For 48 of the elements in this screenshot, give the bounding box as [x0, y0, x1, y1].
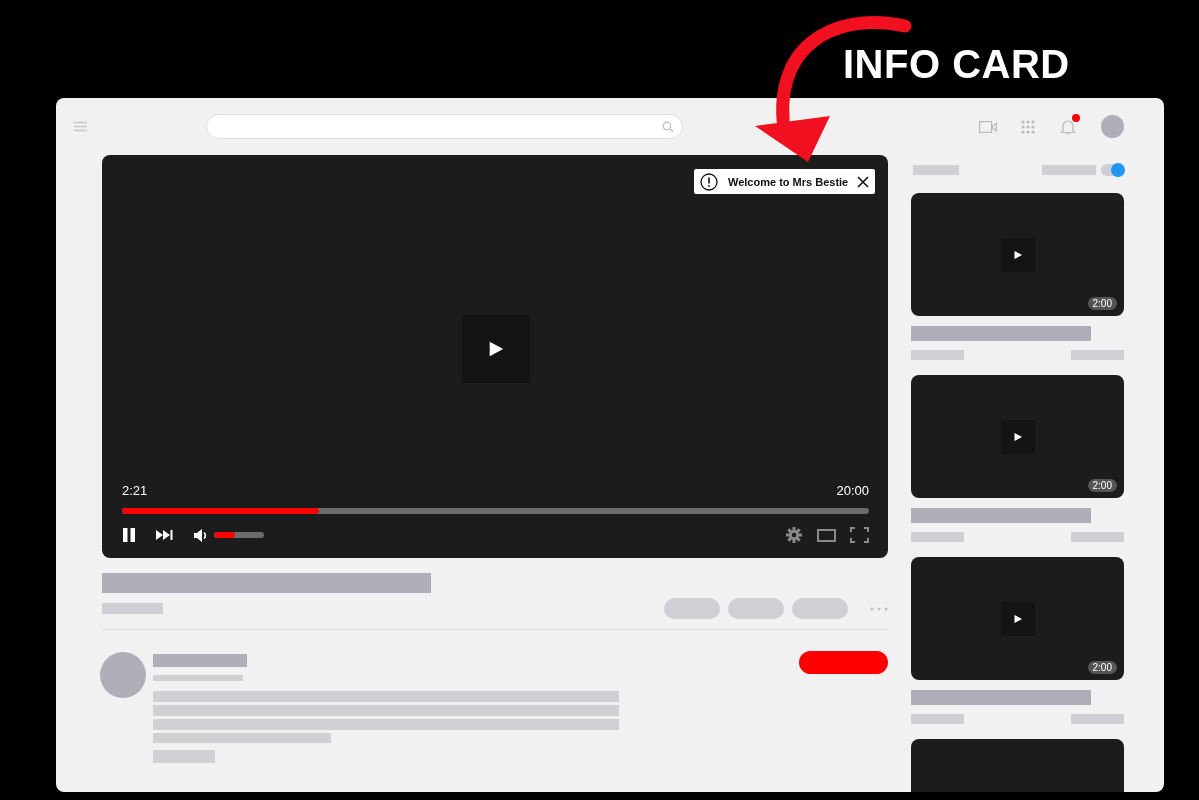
duration-badge: 2:00 [1087, 297, 1117, 310]
close-icon[interactable] [857, 175, 869, 188]
subscribe-button[interactable] [799, 651, 888, 674]
search-field[interactable] [206, 114, 683, 139]
play-button[interactable] [461, 315, 530, 383]
up-next-placeholder [913, 165, 959, 175]
play-button[interactable] [1000, 601, 1035, 636]
play-button[interactable] [1000, 237, 1035, 272]
menu-icon[interactable] [74, 121, 87, 132]
annotation-label: INFO CARD [843, 41, 1070, 88]
views-placeholder [102, 603, 163, 614]
pause-icon[interactable] [122, 527, 136, 543]
views-placeholder [1071, 350, 1124, 360]
duration: 20:00 [836, 483, 869, 498]
settings-icon[interactable] [785, 526, 803, 544]
autoplay-toggle[interactable] [1101, 164, 1124, 176]
channel-placeholder [911, 532, 964, 542]
info-card[interactable]: Welcome to Mrs Bestie [694, 169, 875, 194]
video-thumbnail[interactable]: 2:00 [911, 557, 1124, 680]
more-icon[interactable] [870, 606, 888, 611]
fullscreen-icon[interactable] [850, 527, 869, 543]
exclamation-icon [700, 172, 718, 191]
search-icon[interactable] [662, 120, 674, 133]
views-placeholder [1071, 714, 1124, 724]
avatar[interactable] [1101, 115, 1124, 138]
theater-mode-icon[interactable] [817, 528, 836, 542]
info-card-text: Welcome to Mrs Bestie [728, 175, 850, 188]
bell-icon[interactable] [1059, 117, 1077, 136]
volume-slider[interactable] [214, 532, 264, 538]
channel-placeholder [911, 350, 964, 360]
play-icon [1012, 249, 1023, 260]
video-thumbnail[interactable]: 2:00 [911, 375, 1124, 498]
current-time: 2:21 [122, 483, 148, 498]
video-thumbnail[interactable]: 2:00 [911, 193, 1124, 316]
play-button[interactable] [1000, 419, 1035, 454]
autoplay-placeholder [1042, 165, 1096, 175]
volume-icon[interactable] [193, 527, 209, 543]
apps-grid-icon[interactable] [1021, 119, 1035, 134]
skip-next-icon[interactable] [156, 529, 173, 541]
play-icon [1012, 431, 1023, 442]
show-more-placeholder [153, 750, 215, 763]
duration-badge: 2:00 [1087, 479, 1117, 492]
duration-badge: 2:00 [1087, 661, 1117, 674]
video-camera-icon[interactable] [979, 120, 997, 133]
channel-placeholder [911, 714, 964, 724]
views-placeholder [1071, 532, 1124, 542]
play-icon [1012, 613, 1023, 624]
channel-avatar [100, 652, 146, 698]
